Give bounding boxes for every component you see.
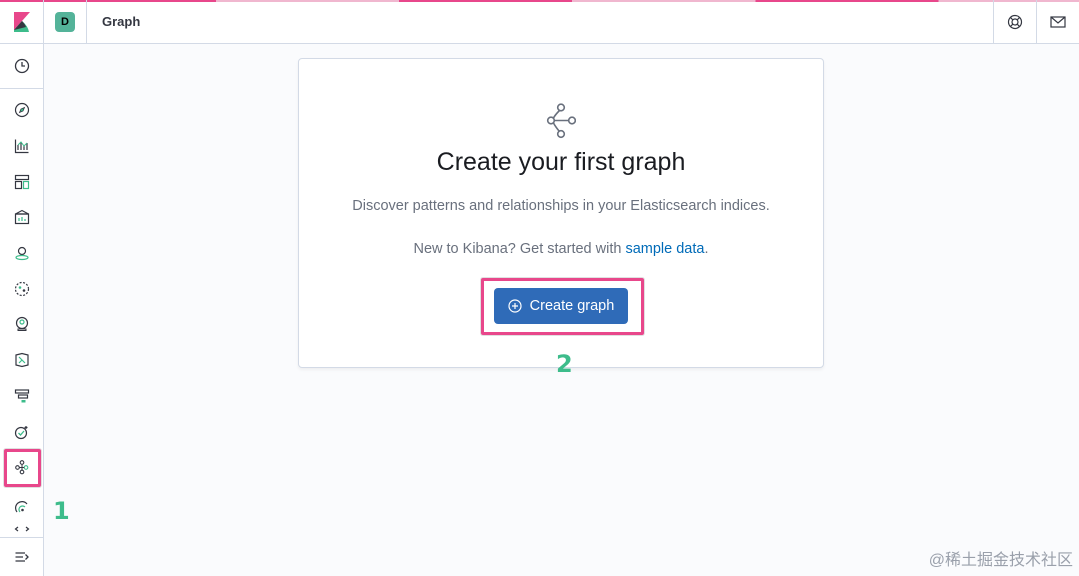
dashboard-icon[interactable]	[0, 165, 44, 199]
help-icon[interactable]	[993, 0, 1036, 44]
kibana-logo-icon[interactable]	[0, 0, 44, 44]
hint-prefix: New to Kibana? Get started with	[413, 241, 626, 257]
compass-icon[interactable]	[0, 93, 44, 127]
loading-stripe	[0, 0, 1079, 2]
siem-icon[interactable]	[0, 307, 44, 341]
nav-divider	[0, 88, 44, 89]
create-graph-button[interactable]: Create graph	[494, 288, 628, 324]
space-avatar[interactable]: D	[55, 12, 75, 32]
apm-icon[interactable]	[0, 379, 44, 413]
empty-prompt-description: Discover patterns and relationships in y…	[352, 198, 770, 214]
menu-collapse-icon[interactable]	[0, 540, 44, 574]
monitoring-icon[interactable]	[0, 490, 44, 524]
hint-suffix: .	[704, 241, 709, 257]
empty-prompt-hint: New to Kibana? Get started with sample d…	[299, 241, 823, 257]
ml-icon[interactable]	[0, 272, 44, 306]
logs-icon[interactable]	[0, 343, 44, 377]
visualize-icon[interactable]	[0, 129, 44, 163]
watermark: @稀土掘金技术社区	[928, 552, 1073, 569]
empty-prompt-panel: Create your first graph Discover pattern…	[298, 58, 824, 368]
space-selector[interactable]: D	[44, 0, 87, 44]
empty-prompt-title: Create your first graph	[436, 148, 686, 176]
mail-icon[interactable]	[1036, 0, 1079, 44]
sample-data-link[interactable]: sample data	[625, 241, 704, 257]
clock-icon[interactable]	[0, 49, 44, 83]
step-marker-1: 1	[53, 497, 70, 525]
create-graph-label: Create graph	[529, 298, 615, 314]
graph-app-icon	[546, 103, 577, 144]
graph-icon[interactable]	[0, 450, 44, 484]
uptime-icon[interactable]	[0, 415, 44, 449]
maps-icon[interactable]	[0, 236, 44, 270]
canvas-icon[interactable]	[0, 200, 44, 234]
side-navigation	[0, 44, 44, 576]
nav-divider-bottom	[0, 537, 44, 538]
step-marker-2: 2	[556, 350, 573, 378]
plus-in-circle-icon	[508, 299, 522, 313]
breadcrumb-graph: Graph	[102, 14, 141, 29]
top-header: D Graph	[0, 0, 1079, 44]
dev-tools-icon[interactable]	[0, 522, 44, 536]
